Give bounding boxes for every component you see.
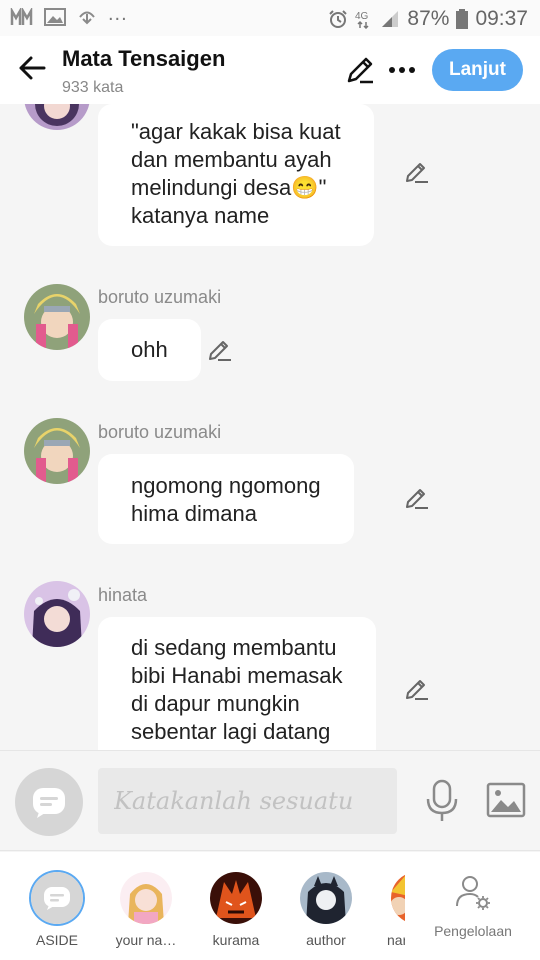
image-icon xyxy=(486,782,526,818)
status-bar: ... 4G 87% 09:37 xyxy=(0,0,540,36)
aside-avatar xyxy=(31,872,83,924)
character-avatar xyxy=(300,872,352,924)
user-settings-icon xyxy=(456,876,490,910)
cell-signal-icon xyxy=(382,11,399,27)
arrow-left-icon xyxy=(19,56,46,80)
chat-thread[interactable]: "agar kakak bisa kuat dan membantu ayah … xyxy=(0,104,540,750)
gallery-icon xyxy=(44,8,66,26)
avatar-boruto[interactable] xyxy=(24,418,90,484)
pencil-icon xyxy=(347,57,373,84)
next-button[interactable]: Lanjut xyxy=(432,49,523,91)
manage-label: Pengelolaan xyxy=(434,923,512,939)
character-aside[interactable]: ASIDE xyxy=(12,872,102,948)
edit-message-icon[interactable] xyxy=(404,159,430,185)
system-icons: 4G 87% 09:37 xyxy=(328,7,528,31)
more-options-button[interactable] xyxy=(386,54,418,86)
character-name: kurama xyxy=(212,932,260,948)
more-notifications: ... xyxy=(108,3,128,25)
edit-message-icon[interactable] xyxy=(404,485,430,511)
message-bubble[interactable]: "agar kakak bisa kuat dan membantu ayah … xyxy=(98,104,374,246)
character-name: author xyxy=(306,932,346,948)
character-bar: ASIDE your na… kurama author nar Pengelo… xyxy=(0,852,540,960)
character-name: ASIDE xyxy=(35,932,78,948)
character-avatar xyxy=(210,872,262,924)
message-bubble[interactable]: di sedang membantu bibi Hanabi memasak d… xyxy=(98,617,376,750)
character-name: your na… xyxy=(115,932,177,948)
app-header: Mata Tensaigen 933 kata Lanjut xyxy=(0,36,540,104)
avatar-boruto[interactable] xyxy=(24,284,90,350)
sender-name: boruto uzumaki xyxy=(98,422,222,442)
message-input[interactable] xyxy=(98,768,397,834)
download-icon xyxy=(79,11,95,25)
composer-bar xyxy=(0,750,540,851)
edit-message-icon[interactable] xyxy=(207,337,233,363)
aside-toggle-button[interactable] xyxy=(15,768,83,836)
message-bubble[interactable]: ohh xyxy=(98,319,201,381)
story-title: Mata Tensaigen xyxy=(62,46,226,71)
4g-icon: 4G xyxy=(355,11,369,29)
more-horizontal-icon xyxy=(389,67,415,73)
battery-icon xyxy=(456,9,469,29)
signal-app-icon xyxy=(10,8,33,25)
sender-name: hinata xyxy=(98,585,148,605)
chat-bubble-icon xyxy=(33,788,65,818)
manage-characters-button[interactable]: Pengelolaan xyxy=(428,872,518,939)
microphone-icon xyxy=(426,779,458,821)
word-count: 933 kata xyxy=(62,79,124,96)
svg-text:4G: 4G xyxy=(355,11,369,22)
character-author[interactable]: author xyxy=(281,872,371,948)
alarm-icon xyxy=(329,10,348,28)
notification-icons: ... xyxy=(10,4,128,26)
edit-title-button[interactable] xyxy=(344,54,376,86)
battery-percent: 87% xyxy=(407,7,450,30)
back-button[interactable] xyxy=(14,50,50,86)
character-avatar xyxy=(120,872,172,924)
microphone-button[interactable] xyxy=(424,779,460,823)
character-kurama[interactable]: kurama xyxy=(191,872,281,948)
clock: 09:37 xyxy=(475,7,528,30)
avatar-hinata[interactable] xyxy=(24,581,90,647)
character-naruto[interactable]: nar xyxy=(371,872,405,948)
sender-name: boruto uzumaki xyxy=(98,287,222,307)
character-your-name[interactable]: your na… xyxy=(101,872,191,948)
insert-image-button[interactable] xyxy=(486,782,526,818)
avatar-hinata[interactable] xyxy=(24,104,90,130)
character-name: nar xyxy=(387,932,405,948)
message-bubble[interactable]: ngomong ngomong hima dimana xyxy=(98,454,354,544)
edit-message-icon[interactable] xyxy=(404,676,430,702)
character-avatar xyxy=(391,872,405,924)
